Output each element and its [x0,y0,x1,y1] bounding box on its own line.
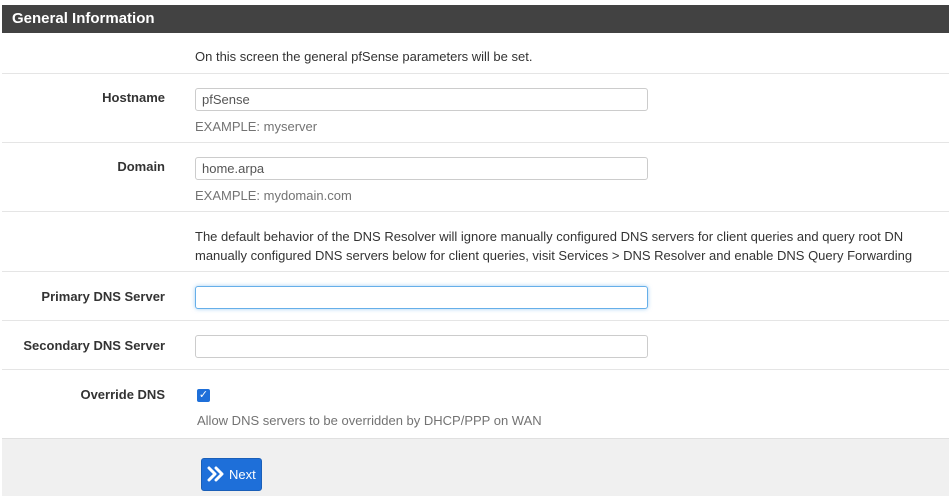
intro-row: On this screen the general pfSense param… [2,33,949,74]
hostname-row: Hostname EXAMPLE: myserver [2,74,949,143]
dns-note-line2: manually configured DNS servers below fo… [195,248,913,263]
next-button-label: Next [229,467,256,482]
override-dns-row: Override DNS ✓ Allow DNS servers to be o… [2,370,949,438]
hostname-help: EXAMPLE: myserver [195,119,318,134]
domain-input[interactable] [195,157,648,180]
intro-text: On this screen the general pfSense param… [195,49,533,64]
secondary-dns-input[interactable] [195,335,648,358]
domain-help: EXAMPLE: mydomain.com [195,188,352,203]
primary-dns-row: Primary DNS Server [2,272,949,321]
primary-dns-input[interactable] [195,286,648,309]
override-dns-checkbox[interactable]: ✓ [197,389,210,402]
override-dns-help: Allow DNS servers to be overridden by DH… [197,413,542,428]
hostname-label: Hostname [102,90,165,105]
hostname-input[interactable] [195,88,648,111]
check-icon: ✓ [198,389,209,401]
override-dns-label: Override DNS [80,387,165,402]
dns-note-row: The default behavior of the DNS Resolver… [2,212,949,272]
secondary-dns-row: Secondary DNS Server [2,321,949,370]
next-button[interactable]: Next [201,458,262,491]
general-information-panel: General Information On this screen the g… [2,0,949,496]
domain-row: Domain EXAMPLE: mydomain.com [2,143,949,212]
form-footer: Next [2,438,949,496]
dns-note-line1: The default behavior of the DNS Resolver… [195,229,904,244]
double-chevron-right-icon [207,466,225,485]
primary-dns-label: Primary DNS Server [41,289,165,304]
panel-heading: General Information [2,5,949,33]
secondary-dns-label: Secondary DNS Server [23,338,165,353]
domain-label: Domain [117,159,165,174]
